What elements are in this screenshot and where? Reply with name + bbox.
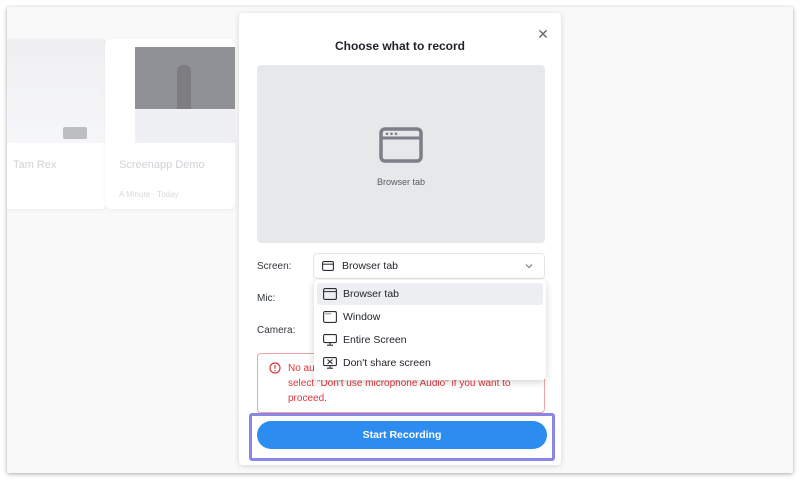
monitor-icon [323,334,337,346]
browser-tab-icon [323,288,337,300]
dropdown-option-browser-tab[interactable]: Browser tab [317,283,543,305]
screen-select-value: Browser tab [342,260,399,272]
app-window: Tam Rex Screenapp Demo A Minute · Today … [7,7,793,473]
dropdown-option-entire-screen[interactable]: Entire Screen [317,329,543,351]
browser-tab-icon [322,261,334,271]
start-recording-button[interactable]: Start Recording [257,421,547,449]
mic-label: Mic: [257,293,276,304]
no-share-icon [323,357,337,369]
browser-tab-icon [379,127,423,163]
camera-label: Camera: [257,325,296,336]
screen-dropdown-menu: Browser tab Window Entire Screen Don't s… [314,280,546,380]
screen-preview: Browser tab [257,65,545,243]
dropdown-option-label: Don't share screen [343,357,431,369]
preview-label: Browser tab [376,177,426,187]
window-icon [323,311,337,323]
dropdown-option-window[interactable]: Window [317,306,543,328]
alert-circle-icon [269,362,281,374]
dropdown-option-label: Entire Screen [343,334,407,346]
close-icon[interactable]: ✕ [535,26,551,42]
dialog-title: Choose what to record [334,39,465,53]
screen-label: Screen: [257,261,292,272]
dropdown-option-label: Browser tab [343,288,400,300]
chevron-down-icon [525,264,533,269]
dropdown-option-dont-share[interactable]: Don't share screen [317,352,543,374]
record-dialog: Choose what to record ✕ Browser tab Scre… [239,13,561,465]
dropdown-option-label: Window [343,311,381,323]
alert-line: proceed. [288,393,327,404]
screen-select[interactable]: Browser tab [313,253,545,279]
